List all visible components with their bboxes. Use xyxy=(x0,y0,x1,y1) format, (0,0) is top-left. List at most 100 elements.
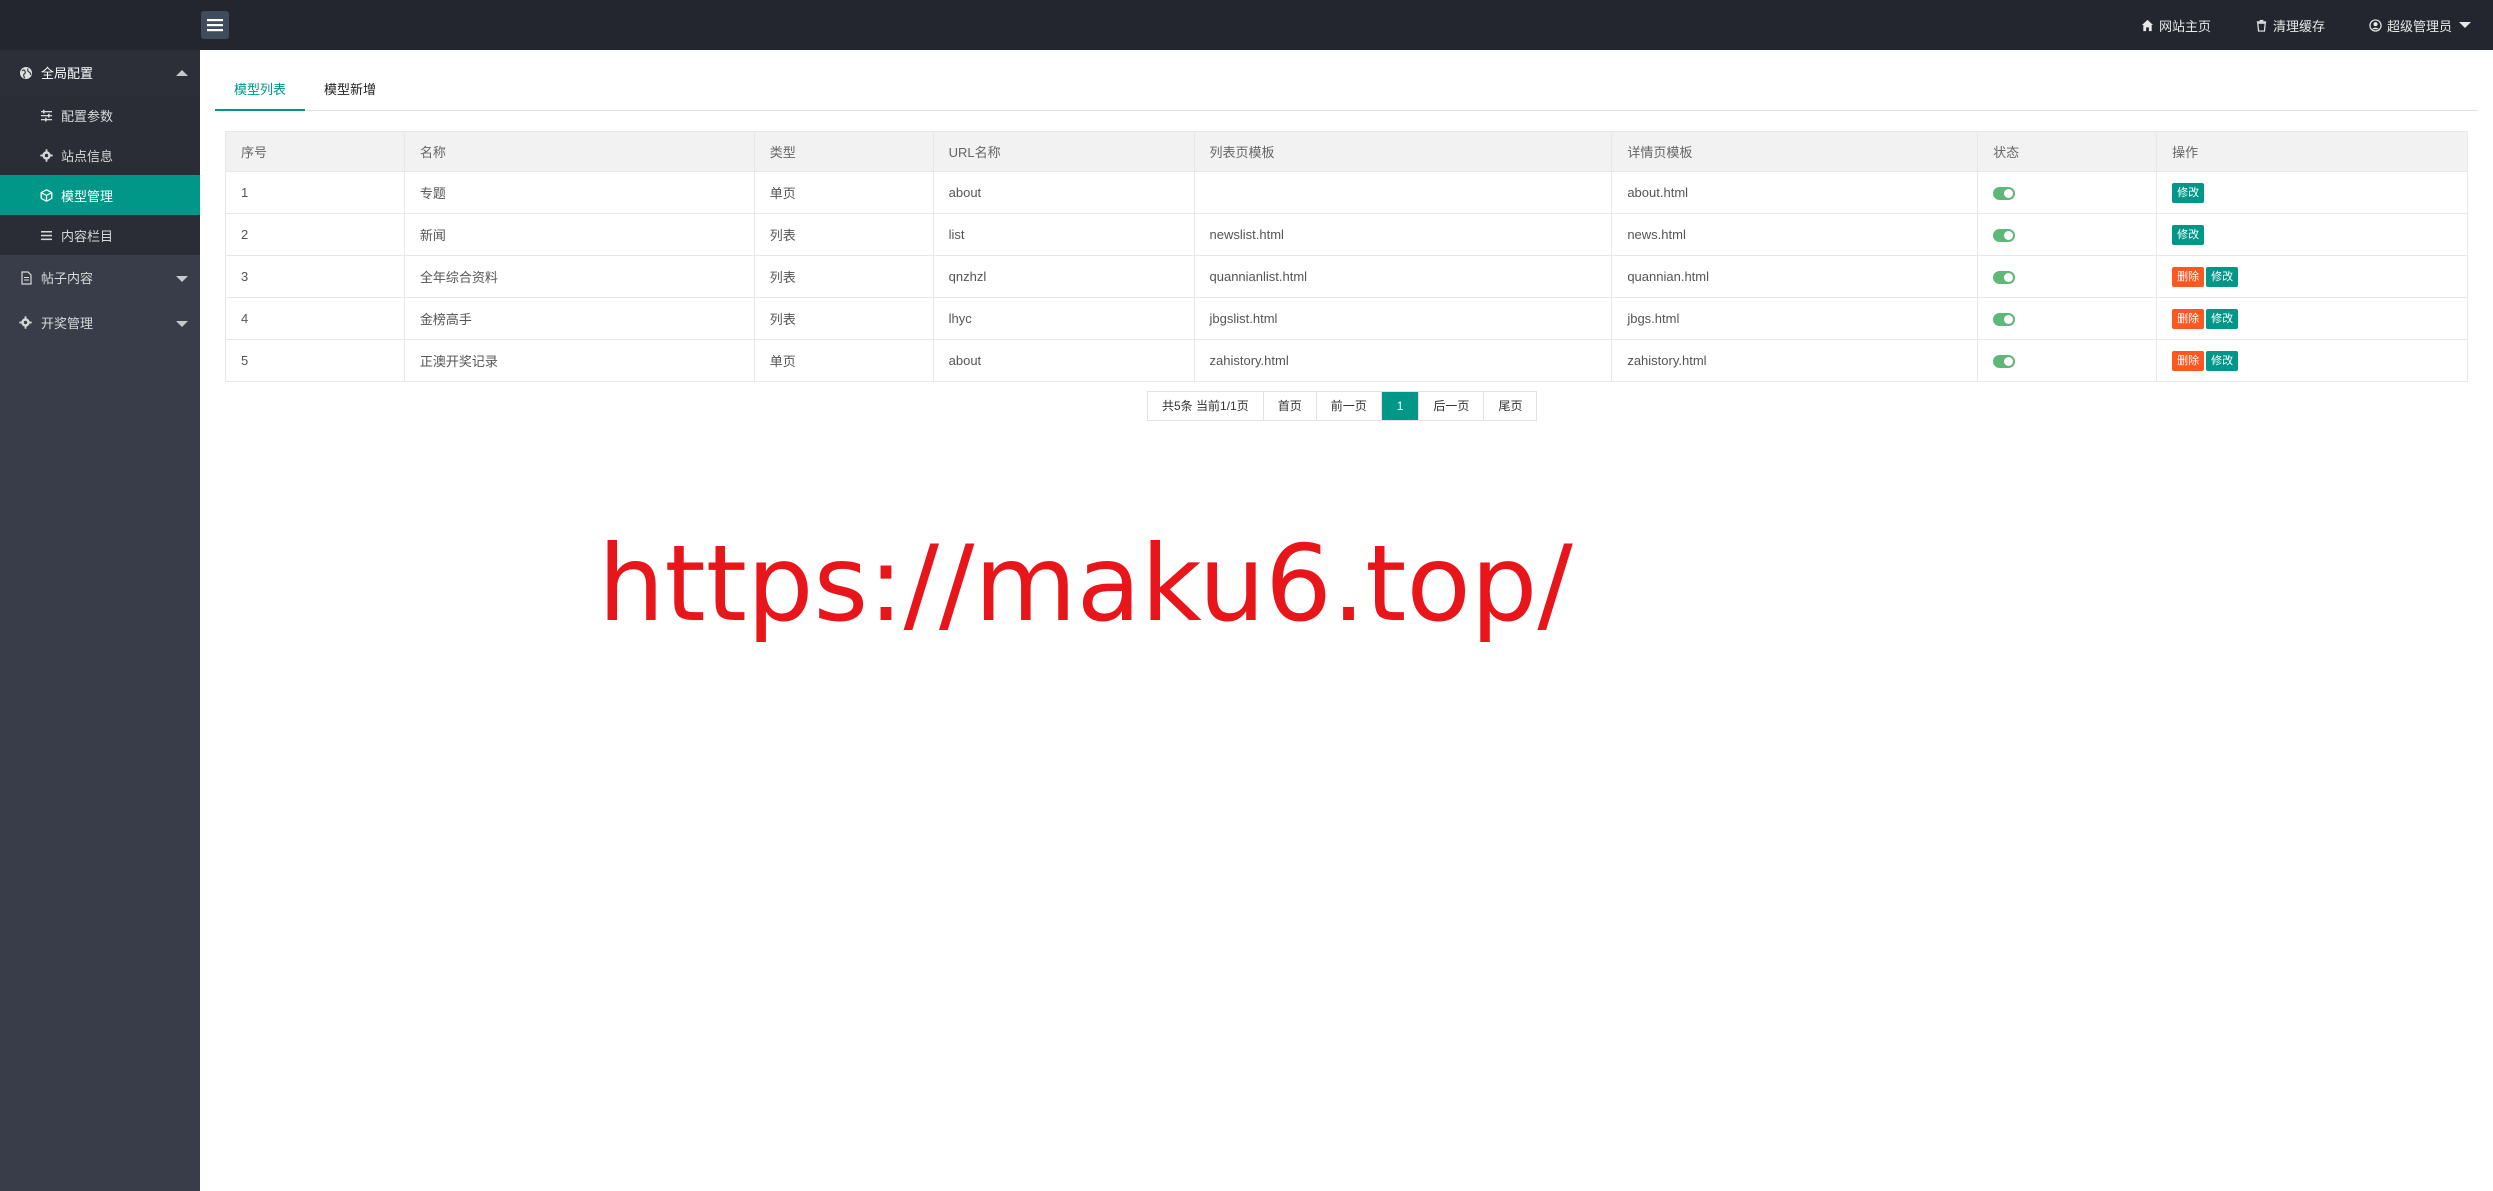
edit-button[interactable]: 修改 xyxy=(2206,350,2239,371)
cell-url: lhyc xyxy=(932,297,1195,340)
cell-type: 单页 xyxy=(753,339,934,382)
user-name: 超级管理员 xyxy=(2386,18,2452,34)
top-nav: 网站主页 清理缓存 超级管理员 xyxy=(2141,0,2471,50)
pagination-first[interactable]: 首页 xyxy=(1263,392,1317,420)
list-icon xyxy=(40,229,53,242)
edit-button[interactable]: 修改 xyxy=(2172,224,2205,245)
sidebar-item-content-columns[interactable]: 内容栏目 xyxy=(0,215,200,255)
cell-status xyxy=(1977,171,2158,214)
cell-detail-template: quannian.html xyxy=(1611,255,1979,298)
sidebar-item-config-params[interactable]: 配置参数 xyxy=(0,95,200,135)
sidebar-item-label: 模型管理 xyxy=(61,188,114,204)
user-circle-icon xyxy=(2369,18,2382,32)
cell-detail-template: zahistory.html xyxy=(1611,339,1979,382)
cell-type: 列表 xyxy=(753,213,934,256)
column-header: URL名称 xyxy=(932,131,1195,172)
table-row: 1 专题 单页 about about.html 修改 xyxy=(225,171,2468,214)
status-toggle[interactable] xyxy=(1993,355,2016,369)
cell-url: qnzhzl xyxy=(932,255,1195,298)
clear-cache-label: 清理缓存 xyxy=(2272,18,2325,34)
column-header: 序号 xyxy=(225,131,405,172)
hamburger-icon xyxy=(207,19,223,32)
cell-actions: 修改 xyxy=(2156,171,2468,214)
cell-id: 4 xyxy=(225,297,405,340)
sidebar-group-post-content[interactable]: 帖子内容 xyxy=(0,255,200,300)
sidebar: 全局配置 配置参数 站点信息 模型管理 内容栏目 帖子内容 开奖管理 xyxy=(0,50,200,1191)
sliders-icon xyxy=(40,109,53,122)
cell-detail-template: about.html xyxy=(1611,171,1979,214)
cell-id: 2 xyxy=(225,213,405,256)
sidebar-item-label: 配置参数 xyxy=(61,108,114,124)
sidebar-group-label: 开奖管理 xyxy=(41,316,94,331)
cell-type: 列表 xyxy=(753,297,934,340)
pagination-prev[interactable]: 前一页 xyxy=(1316,392,1382,420)
caret-down-icon xyxy=(176,320,188,327)
column-header: 类型 xyxy=(753,131,934,172)
tab-bar: 模型列表 模型新增 xyxy=(215,70,2478,111)
column-header: 名称 xyxy=(403,131,755,172)
cell-name: 金榜高手 xyxy=(403,297,755,340)
column-header: 操作 xyxy=(2156,131,2468,172)
cell-name: 全年综合资料 xyxy=(403,255,755,298)
edit-button[interactable]: 修改 xyxy=(2206,266,2239,287)
menu-toggle-button[interactable] xyxy=(201,11,229,39)
cell-name: 专题 xyxy=(403,171,755,214)
caret-down-icon xyxy=(2459,22,2471,28)
pagination-last[interactable]: 尾页 xyxy=(1484,392,1537,420)
sidebar-group-global-config[interactable]: 全局配置 xyxy=(0,50,200,95)
cell-id: 3 xyxy=(225,255,405,298)
table-row: 4 金榜高手 列表 lhyc jbgslist.html jbgs.html 删… xyxy=(225,297,2468,340)
cell-actions: 删除 修改 xyxy=(2156,255,2468,298)
cell-list-template: zahistory.html xyxy=(1193,339,1613,382)
status-toggle[interactable] xyxy=(1993,313,2016,327)
cell-url: list xyxy=(932,213,1195,256)
sidebar-group-label: 全局配置 xyxy=(41,66,94,81)
edit-button[interactable]: 修改 xyxy=(2172,182,2205,203)
cell-list-template: jbgslist.html xyxy=(1193,297,1613,340)
cell-status xyxy=(1977,255,2158,298)
cell-name: 正澳开奖记录 xyxy=(403,339,755,382)
table-row: 3 全年综合资料 列表 qnzhzl quannianlist.html qua… xyxy=(225,255,2468,298)
tab-model-list[interactable]: 模型列表 xyxy=(215,70,306,111)
model-table: 序号 名称 类型 URL名称 列表页模板 详情页模板 状态 操作 1 专题 单页… xyxy=(225,131,2468,382)
cell-url: about xyxy=(932,171,1195,214)
watermark-url: https://maku6.top/ xyxy=(598,523,1573,645)
edit-button[interactable]: 修改 xyxy=(2206,308,2239,329)
gear-icon xyxy=(40,148,53,162)
cell-id: 1 xyxy=(225,171,405,214)
delete-button[interactable]: 删除 xyxy=(2172,350,2205,371)
pagination-current-page[interactable]: 1 xyxy=(1381,392,1420,420)
column-header: 状态 xyxy=(1977,131,2158,172)
sidebar-item-site-info[interactable]: 站点信息 xyxy=(0,135,200,175)
delete-button[interactable]: 删除 xyxy=(2172,308,2205,329)
column-header: 详情页模板 xyxy=(1611,131,1979,172)
cell-type: 单页 xyxy=(753,171,934,214)
cell-type: 列表 xyxy=(753,255,934,298)
status-toggle[interactable] xyxy=(1993,187,2016,201)
cell-detail-template: jbgs.html xyxy=(1611,297,1979,340)
pagination-count: 共5条 当前1/1页 xyxy=(1148,392,1264,420)
pagination-next[interactable]: 后一页 xyxy=(1419,392,1485,420)
user-menu[interactable]: 超级管理员 xyxy=(2369,16,2471,35)
tab-model-add[interactable]: 模型新增 xyxy=(305,70,395,111)
gear-icon xyxy=(19,315,33,330)
cell-list-template xyxy=(1193,171,1613,214)
delete-button[interactable]: 删除 xyxy=(2172,266,2205,287)
sidebar-item-label: 站点信息 xyxy=(61,148,114,164)
top-bar: 网站主页 清理缓存 超级管理员 xyxy=(0,0,2493,50)
cell-actions: 删除 修改 xyxy=(2156,339,2468,382)
clear-cache-link[interactable]: 清理缓存 xyxy=(2255,16,2325,35)
table-row: 2 新闻 列表 list newslist.html news.html 修改 xyxy=(225,213,2468,256)
sidebar-group-lottery-management[interactable]: 开奖管理 xyxy=(0,300,200,345)
status-toggle[interactable] xyxy=(1993,271,2016,285)
sidebar-item-model-management[interactable]: 模型管理 xyxy=(0,175,200,215)
site-home-link[interactable]: 网站主页 xyxy=(2141,16,2211,35)
globe-icon xyxy=(19,66,33,80)
cell-actions: 删除 修改 xyxy=(2156,297,2468,340)
cell-status xyxy=(1977,339,2158,382)
cell-list-template: newslist.html xyxy=(1193,213,1613,256)
cube-icon xyxy=(40,188,53,202)
sidebar-item-label: 内容栏目 xyxy=(61,228,114,244)
status-toggle[interactable] xyxy=(1993,229,2016,243)
cell-status xyxy=(1977,297,2158,340)
